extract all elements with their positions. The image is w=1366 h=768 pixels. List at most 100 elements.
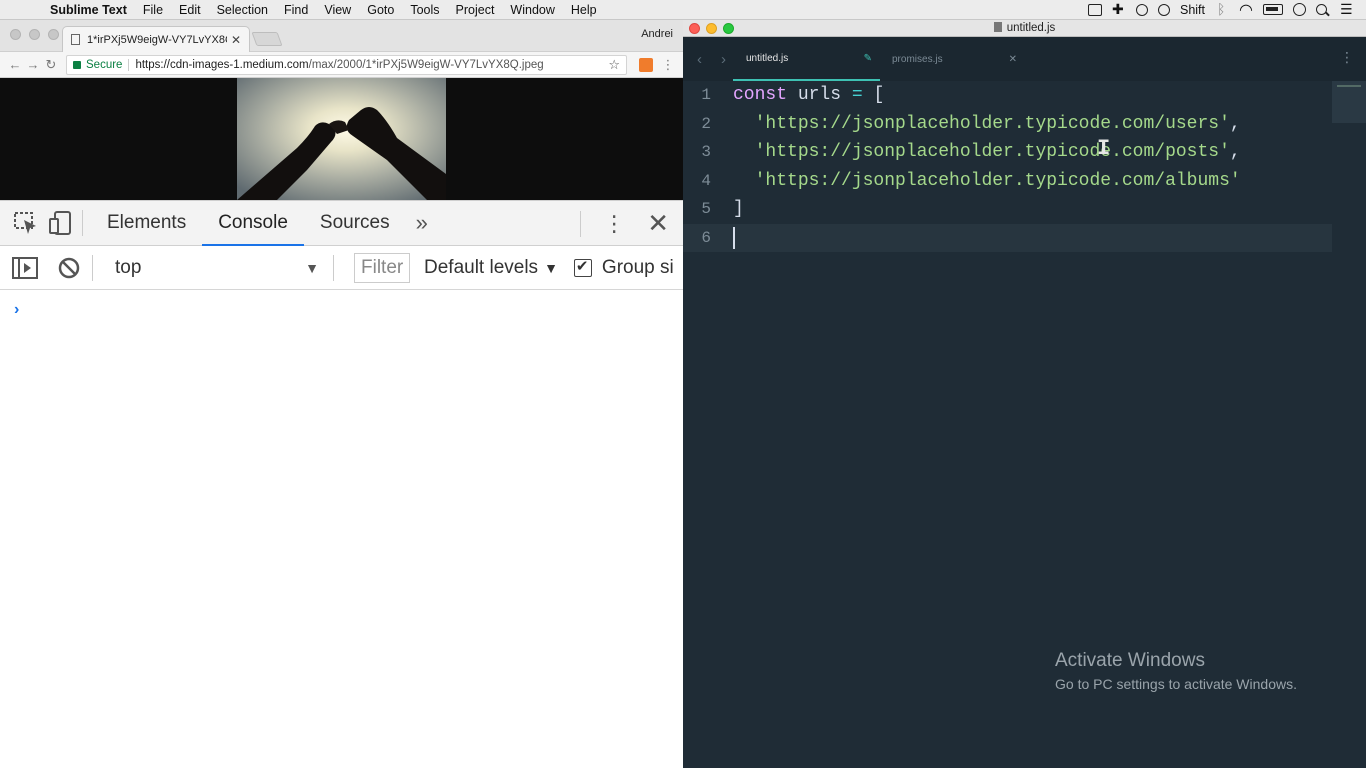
minimize-window-button[interactable] — [29, 29, 40, 40]
new-tab-button[interactable] — [251, 32, 283, 46]
sublime-titlebar: untitled.js — [683, 20, 1366, 37]
divider — [92, 254, 93, 281]
close-window-button[interactable] — [10, 29, 21, 40]
sync-icon[interactable] — [1157, 3, 1170, 16]
browser-tab-title: 1*irPXj5W9eigW-VY7LvYX8Q.j — [87, 33, 227, 46]
browser-tab[interactable]: 1*irPXj5W9eigW-VY7LvYX8Q.j ✕ — [62, 26, 250, 52]
close-window-button[interactable] — [689, 23, 700, 34]
device-toolbar-icon[interactable] — [46, 209, 74, 237]
file-icon — [993, 22, 1002, 32]
url-host: https://cdn-images-1.medium.com — [135, 58, 309, 71]
forward-arrow-icon[interactable]: → — [24, 57, 42, 72]
bookmark-star-icon[interactable]: ☆ — [608, 57, 620, 73]
menu-find[interactable]: Find — [276, 3, 316, 17]
console-toolbar: top ▼ Filter Default levels ▼ Group si — [0, 246, 683, 290]
zoom-window-button[interactable] — [723, 23, 734, 34]
modified-pencil-icon: ✎ — [863, 52, 872, 64]
menu-help[interactable]: Help — [563, 3, 605, 17]
chevron-right-icon[interactable]: › — [721, 51, 731, 68]
devtools-panel: Elements Console Sources » ⋮ ✕ top ▼ Fil… — [0, 200, 683, 768]
group-similar-checkbox[interactable] — [573, 257, 592, 277]
line-number: 5 — [701, 200, 711, 219]
spotlight-search-icon[interactable] — [1316, 3, 1330, 16]
line-number: 6 — [701, 228, 711, 247]
extension-icon[interactable] — [639, 57, 653, 72]
tab-elements[interactable]: Elements — [91, 201, 202, 246]
menu-edit[interactable]: Edit — [171, 3, 209, 17]
tab-console[interactable]: Console — [202, 201, 304, 246]
group-similar-label: Group si — [601, 256, 674, 278]
dropdown-arrow-icon: ▼ — [305, 259, 319, 276]
console-prompt-icon[interactable]: › — [14, 301, 19, 319]
inspect-element-icon[interactable] — [12, 209, 40, 237]
tab-sources[interactable]: Sources — [304, 201, 406, 246]
wifi-icon[interactable] — [1239, 0, 1253, 20]
circle-status-icon[interactable] — [1135, 3, 1148, 16]
reload-icon[interactable]: ↻ — [42, 57, 60, 73]
minimap[interactable] — [1332, 81, 1366, 123]
code-line: 2 'https://jsonplaceholder.typicode.com/… — [683, 110, 1332, 139]
window-title: untitled.js — [1006, 22, 1056, 34]
line-number: 2 — [701, 114, 711, 133]
profile-name[interactable]: Andrei — [641, 28, 673, 40]
clear-console-icon[interactable] — [58, 257, 84, 279]
filter-input[interactable]: Filter — [354, 252, 410, 283]
clock-icon[interactable] — [1293, 3, 1306, 16]
tab-menu-icon[interactable]: ⋮ — [1340, 49, 1354, 66]
battery-icon[interactable] — [1263, 4, 1283, 15]
menu-file[interactable]: File — [135, 3, 171, 17]
url-text: https://cdn-images-1.medium.com/max/2000… — [135, 59, 602, 71]
devtools-menu-icon[interactable]: ⋮ — [603, 211, 625, 237]
more-tabs-icon[interactable]: » — [406, 210, 438, 236]
devtools-actions: ⋮ ✕ — [580, 201, 669, 246]
text-cursor-icon: I — [1097, 136, 1111, 161]
tab-promises-js[interactable]: promises.js ✕ — [880, 37, 1027, 81]
menu-tools[interactable]: Tools — [402, 3, 447, 17]
code-text: ] — [733, 199, 744, 220]
input-source-label[interactable]: Shift — [1180, 3, 1205, 17]
window-controls — [10, 29, 59, 40]
watermark-heading: Activate Windows — [1055, 650, 1205, 671]
code-line: 5 ] — [683, 195, 1332, 224]
menu-view[interactable]: View — [316, 3, 359, 17]
show-sidebar-icon[interactable] — [12, 256, 38, 279]
devtools-tabbar: Elements Console Sources » ⋮ ✕ — [0, 201, 683, 246]
code-line: 1 const urls = [ — [683, 81, 1332, 110]
medical-cross-icon[interactable] — [1112, 1, 1126, 18]
chevron-left-icon[interactable]: ‹ — [697, 51, 707, 68]
minimap-line — [1337, 85, 1361, 87]
bluetooth-icon[interactable] — [1215, 1, 1229, 17]
back-arrow-icon[interactable]: ← — [6, 57, 24, 72]
code-line: 3 'https://jsonplaceholder.typicode.com/… — [683, 136, 1332, 167]
log-levels-dropdown[interactable]: Default levels ▼ — [424, 257, 558, 279]
chrome-window: 1*irPXj5W9eigW-VY7LvYX8Q.j ✕ Andrei ← → … — [0, 20, 683, 768]
menu-selection[interactable]: Selection — [209, 3, 276, 17]
minimize-window-button[interactable] — [706, 23, 717, 34]
address-bar[interactable]: Secure https://cdn-images-1.medium.com/m… — [66, 54, 627, 75]
menu-project[interactable]: Project — [448, 3, 503, 17]
window-controls — [689, 23, 734, 34]
browser-menu-icon[interactable]: ⋮ — [659, 57, 677, 73]
close-devtools-icon[interactable]: ✕ — [647, 208, 669, 239]
hands-image — [237, 78, 446, 200]
context-selector[interactable]: top ▼ — [115, 257, 325, 279]
screen-record-icon[interactable] — [1087, 3, 1102, 16]
tab-untitled-js[interactable]: untitled.js ✎ — [733, 37, 880, 81]
divider — [333, 254, 334, 281]
tab-close-icon[interactable]: ✕ — [1009, 54, 1017, 65]
zoom-window-button[interactable] — [48, 29, 59, 40]
browser-tabstrip: 1*irPXj5W9eigW-VY7LvYX8Q.j ✕ Andrei — [0, 20, 683, 52]
divider — [580, 210, 582, 237]
page-icon — [71, 34, 80, 45]
code-text: 'https://jsonplaceholder.typicode.com/po… — [754, 142, 1241, 163]
code-text: 'https://jsonplaceholder.typicode.com/al… — [754, 170, 1241, 191]
tab-label: promises.js — [892, 53, 943, 65]
menu-goto[interactable]: Goto — [359, 3, 402, 17]
notification-center-icon[interactable] — [1340, 1, 1354, 18]
tab-close-icon[interactable]: ✕ — [231, 33, 241, 47]
line-number: 3 — [701, 143, 711, 162]
macos-menubar: Sublime Text File Edit Selection Find Vi… — [0, 0, 1366, 20]
menu-window[interactable]: Window — [502, 3, 562, 17]
menu-app-name[interactable]: Sublime Text — [42, 3, 135, 17]
dropdown-arrow-icon: ▼ — [544, 259, 558, 276]
